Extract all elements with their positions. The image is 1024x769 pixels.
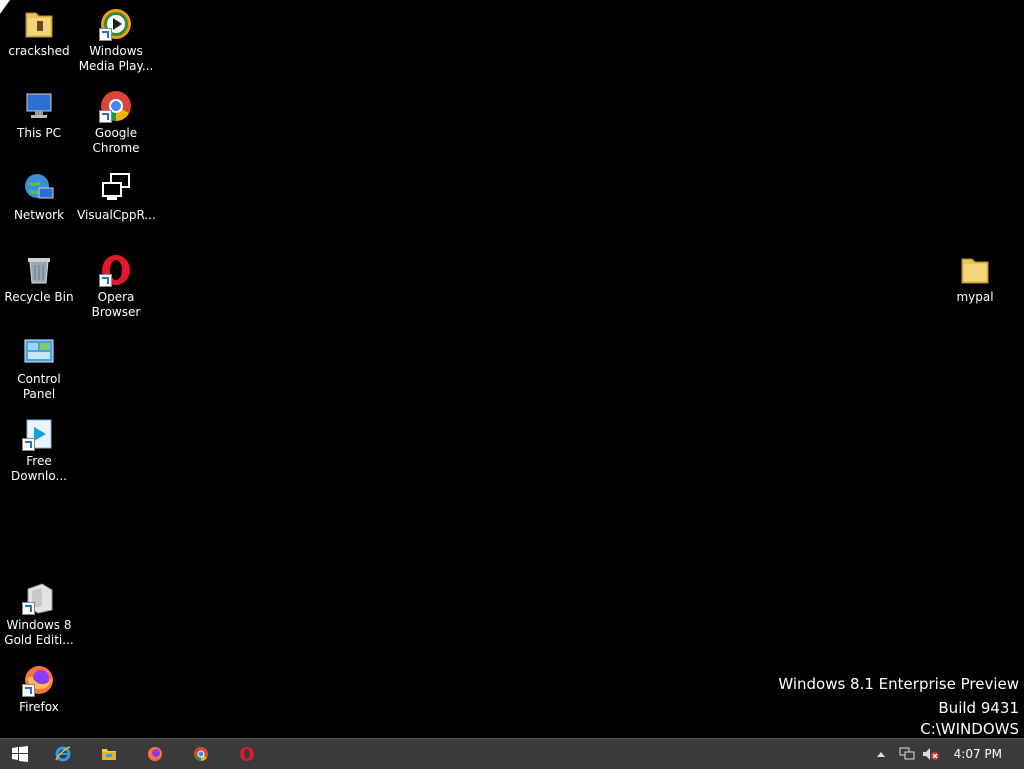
program-icon	[99, 171, 133, 205]
taskbar-opera[interactable]	[227, 739, 267, 769]
control-panel-icon	[22, 335, 56, 369]
free-download-manager-icon	[22, 417, 56, 451]
desktop-icon-free-download-manager[interactable]: Free Downlo...	[0, 412, 78, 484]
opera-icon	[99, 253, 133, 287]
desktop-icon-crackshed[interactable]: crackshed	[0, 2, 78, 59]
shortcut-arrow-icon	[99, 28, 112, 41]
start-button[interactable]	[0, 739, 40, 769]
chrome-icon	[194, 747, 208, 761]
start-icon	[12, 746, 28, 762]
taskbar-firefox[interactable]	[135, 739, 175, 769]
taskbar: 4:07 PM	[0, 738, 1024, 769]
desktop-icon-firefox[interactable]: Firefox	[0, 658, 78, 715]
watermark-build: Build 9431	[938, 699, 1019, 717]
desktop-icon-windows-8-gold[interactable]: Windows 8 Gold Editi...	[0, 576, 78, 648]
shortcut-arrow-icon	[99, 110, 112, 123]
volume-tray-button[interactable]	[920, 739, 940, 769]
firefox-icon	[148, 747, 162, 761]
desktop-icon-recycle-bin[interactable]: Recycle Bin	[0, 248, 78, 305]
taskbar-chrome[interactable]	[181, 739, 221, 769]
firefox-icon	[22, 663, 56, 697]
desktop-icon-visualcppr[interactable]: VisualCppR...	[77, 166, 156, 223]
watermark-path: C:\WINDOWS	[920, 720, 1019, 738]
shortcut-arrow-icon	[22, 602, 35, 615]
taskbar-clock[interactable]: 4:07 PM	[954, 747, 1002, 761]
folder-icon	[958, 253, 992, 287]
show-hidden-icons-icon	[877, 752, 885, 757]
internet-explorer-icon	[55, 746, 71, 762]
desktop-icon-opera-browser[interactable]: Opera Browser	[77, 248, 155, 320]
desktop: crackshed Windows Media Play... This PC …	[0, 0, 1024, 738]
opera-icon	[240, 747, 254, 761]
show-hidden-icons-button[interactable]	[874, 739, 890, 769]
network-tray-icon	[899, 747, 915, 760]
file-explorer-icon	[102, 749, 116, 760]
desktop-icon-windows-media-player[interactable]: Windows Media Play...	[77, 2, 155, 74]
shortcut-arrow-icon	[99, 274, 112, 287]
desktop-icon-control-panel[interactable]: Control Panel	[0, 330, 78, 402]
folder-icon	[22, 7, 56, 41]
mouse-cursor	[0, 0, 10, 14]
watermark-edition: Windows 8.1 Enterprise Preview	[778, 675, 1019, 693]
taskbar-internet-explorer[interactable]	[43, 739, 83, 769]
desktop-icon-google-chrome[interactable]: Google Chrome	[77, 84, 155, 156]
network-icon	[22, 171, 56, 205]
windows-media-player-icon	[99, 7, 133, 41]
recycle-bin-icon	[22, 253, 56, 287]
shortcut-arrow-icon	[22, 438, 35, 451]
network-tray-button[interactable]	[897, 739, 915, 769]
volume-muted-icon	[923, 748, 939, 760]
shortcut-arrow-icon	[22, 684, 35, 697]
chrome-icon	[99, 89, 133, 123]
this-pc-icon	[22, 89, 56, 123]
desktop-icon-network[interactable]: Network	[0, 166, 78, 223]
desktop-icon-this-pc[interactable]: This PC	[0, 84, 78, 141]
desktop-icon-mypal[interactable]: mypal	[936, 248, 1014, 305]
windows-8-gold-icon	[22, 581, 56, 615]
taskbar-file-explorer[interactable]	[89, 739, 129, 769]
